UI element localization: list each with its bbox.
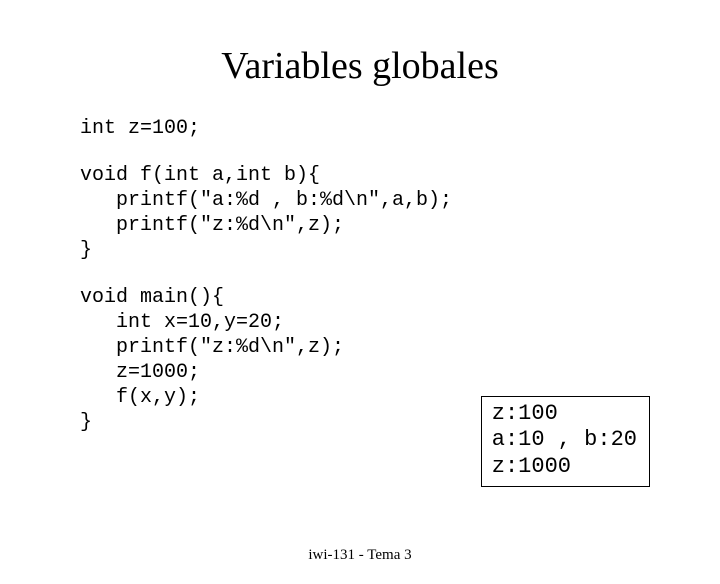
footer: iwi-131 - Tema 3	[0, 547, 720, 564]
code-block-global: int z=100;	[80, 116, 700, 141]
code-block-func: void f(int a,int b){ printf("a:%d , b:%d…	[80, 163, 700, 263]
output-box: z:100 a:10 , b:20 z:1000	[481, 396, 650, 487]
slide-title: Variables globales	[0, 44, 720, 88]
slide: Variables globales int z=100; void f(int…	[0, 44, 720, 584]
